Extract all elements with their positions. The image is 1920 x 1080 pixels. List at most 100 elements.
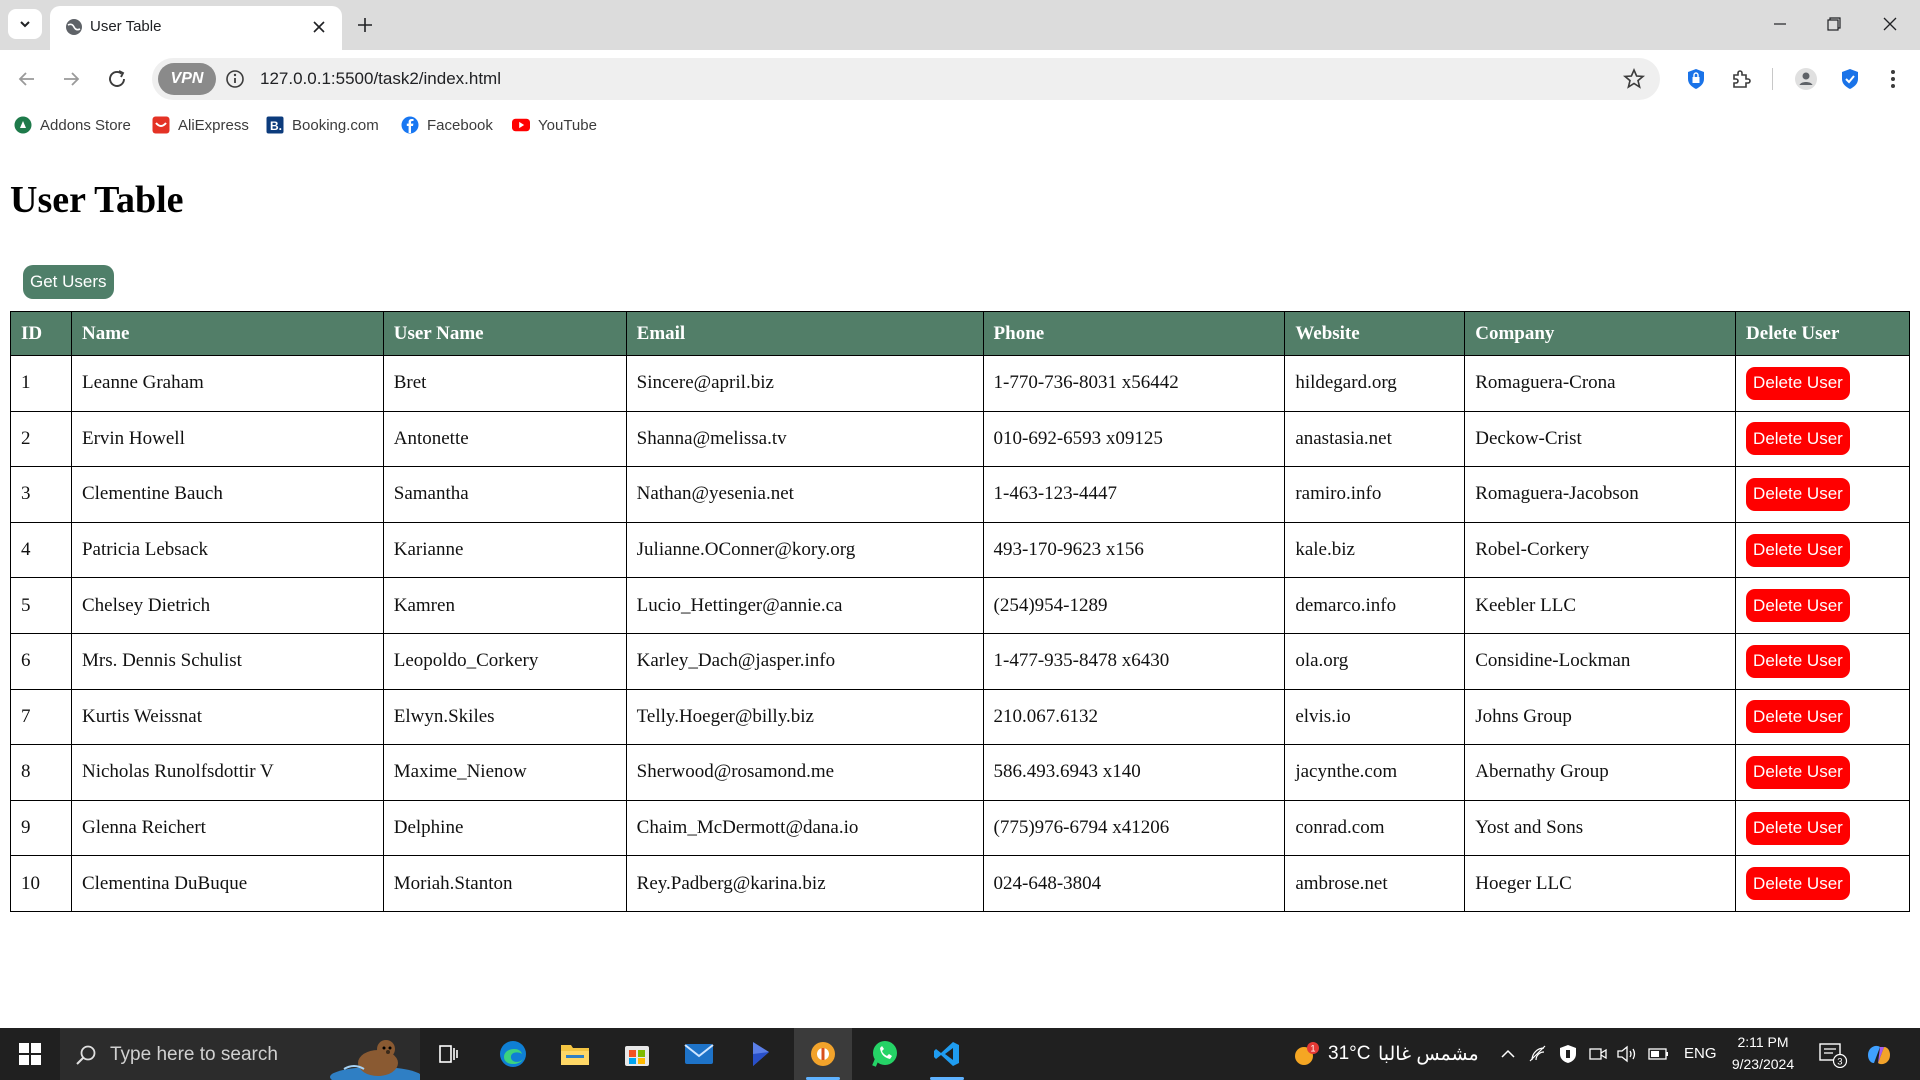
minimize-icon[interactable] xyxy=(1752,0,1808,48)
page-content: User Table Get Users ID Name User Name Emai… xyxy=(0,142,1920,1028)
cell-website: kale.biz xyxy=(1284,521,1466,579)
close-tab-icon[interactable] xyxy=(308,16,330,38)
cell-company: Romaguera-Jacobson xyxy=(1464,466,1737,523)
cell-delete: Delete User xyxy=(1735,521,1910,579)
bookmark-addons-store[interactable]: Addons Store xyxy=(14,114,131,136)
chevron-up-icon[interactable] xyxy=(1500,1046,1516,1062)
network-icon[interactable] xyxy=(1528,1044,1548,1064)
table-row: 5 Chelsey Dietrich Kamren Lucio_Hettinger@a… xyxy=(10,577,1910,634)
cell-phone: 210.067.6132 xyxy=(982,688,1286,746)
aliexpress-icon xyxy=(152,116,170,134)
language-indicator[interactable]: ENG xyxy=(1684,1045,1717,1062)
reload-icon[interactable] xyxy=(102,64,132,94)
weather-temperature[interactable]: 31°C xyxy=(1328,1043,1370,1065)
column-header: Website xyxy=(1284,311,1466,356)
edge-icon[interactable] xyxy=(484,1028,542,1080)
delete-user-button[interactable]: Delete User xyxy=(1746,477,1850,511)
more-menu-icon[interactable] xyxy=(1878,64,1908,94)
task-view-icon[interactable] xyxy=(420,1028,478,1080)
bookmark-star-icon[interactable] xyxy=(1622,67,1646,91)
notification-icon[interactable]: 3 xyxy=(1818,1042,1848,1068)
delete-user-button[interactable]: Delete User xyxy=(1746,589,1850,623)
tab-search-button[interactable] xyxy=(8,9,42,39)
cell-id: 10 xyxy=(10,855,72,912)
weather-badge: 1 xyxy=(1311,1044,1316,1054)
vscode-icon[interactable] xyxy=(918,1028,976,1080)
cell-id: 5 xyxy=(10,577,72,634)
toolbar-separator xyxy=(1772,68,1773,90)
cell-username: Samantha xyxy=(382,466,627,523)
whatsapp-icon[interactable] xyxy=(856,1028,914,1080)
extensions-puzzle-icon[interactable] xyxy=(1726,64,1756,94)
close-window-icon[interactable] xyxy=(1862,0,1918,48)
profile-avatar-icon[interactable] xyxy=(1791,64,1821,94)
taskbar-search[interactable]: Type here to search xyxy=(60,1028,420,1080)
table-header-row: ID Name User Name Email Phone Website Company D… xyxy=(10,311,1910,356)
back-arrow-icon[interactable] xyxy=(12,64,42,94)
cell-email: Sherwood@rosamond.me xyxy=(625,744,984,801)
cell-company: Yost and Sons xyxy=(1464,799,1737,857)
tab-strip: User Table xyxy=(0,0,1920,50)
restore-icon[interactable] xyxy=(1806,0,1862,48)
cell-website: jacynthe.com xyxy=(1284,744,1466,801)
bookmark-label: AliExpress xyxy=(178,116,249,134)
meet-now-icon[interactable] xyxy=(1588,1044,1608,1064)
store-icon[interactable] xyxy=(608,1028,666,1080)
cell-name: Kurtis Weissnat xyxy=(70,688,384,746)
cell-delete: Delete User xyxy=(1735,855,1910,912)
delete-user-button[interactable]: Delete User xyxy=(1746,644,1850,678)
delete-user-button[interactable]: Delete User xyxy=(1746,533,1850,567)
delete-user-button[interactable]: Delete User xyxy=(1746,867,1850,901)
cell-email: Nathan@yesenia.net xyxy=(625,466,984,523)
get-users-button[interactable]: Get Users xyxy=(23,265,114,299)
bookmarks-bar: Addons Store AliExpress B. Booking.com F… xyxy=(0,108,1920,142)
cell-website: hildegard.org xyxy=(1284,355,1466,412)
vpn-badge[interactable]: VPN xyxy=(158,63,216,95)
security-shield-icon[interactable] xyxy=(1558,1044,1578,1064)
cell-username: Antonette xyxy=(382,410,627,468)
table-row: 8 Nicholas Runolfsdottir V Maxime_Nienow Sh… xyxy=(10,744,1910,801)
battery-icon[interactable] xyxy=(1648,1046,1670,1062)
delete-user-button[interactable]: Delete User xyxy=(1746,700,1850,734)
bookmark-booking[interactable]: B. Booking.com xyxy=(266,114,379,136)
bookmark-label: Facebook xyxy=(427,116,493,134)
facebook-icon xyxy=(401,116,419,134)
cell-phone: 493-170-9623 x156 xyxy=(982,521,1286,579)
copilot-tray-icon[interactable] xyxy=(1864,1041,1894,1069)
weather-description[interactable]: مشمس غالبا xyxy=(1378,1043,1479,1066)
mail-icon[interactable] xyxy=(670,1028,728,1080)
cell-website: demarco.info xyxy=(1284,577,1466,634)
cell-company: Deckow-Crist xyxy=(1464,410,1737,468)
shield-extension-icon[interactable] xyxy=(1835,64,1865,94)
cell-id: 6 xyxy=(10,632,72,690)
clock-date[interactable]: 9/23/2024 xyxy=(1718,1056,1808,1072)
cell-email: Lucio_Hettinger@annie.ca xyxy=(625,577,984,634)
url-text[interactable]: 127.0.0.1:5500/task2/index.html xyxy=(260,69,501,89)
cell-id: 3 xyxy=(10,466,72,523)
cell-username: Kamren xyxy=(382,577,627,634)
lock-extension-icon[interactable] xyxy=(1681,64,1711,94)
active-tab[interactable]: User Table xyxy=(50,6,342,50)
clock-time[interactable]: 2:11 PM xyxy=(1718,1034,1808,1050)
windows-start-icon[interactable] xyxy=(0,1028,60,1080)
bookmark-facebook[interactable]: Facebook xyxy=(401,114,493,136)
cell-delete: Delete User xyxy=(1735,410,1910,468)
bookmark-aliexpress[interactable]: AliExpress xyxy=(152,114,249,136)
site-info-icon[interactable] xyxy=(224,68,246,90)
browser-toolbar: VPN 127.0.0.1:5500/task2/index.html xyxy=(0,50,1920,108)
forward-arrow-icon[interactable] xyxy=(56,64,86,94)
weather-icon[interactable]: 1 xyxy=(1291,1040,1321,1070)
browser-icon[interactable] xyxy=(794,1028,852,1080)
delete-user-button[interactable]: Delete User xyxy=(1746,755,1850,789)
file-explorer-icon[interactable] xyxy=(546,1028,604,1080)
cell-website: anastasia.net xyxy=(1284,410,1466,468)
new-tab-icon[interactable] xyxy=(352,12,378,38)
address-bar[interactable]: VPN 127.0.0.1:5500/task2/index.html xyxy=(152,58,1660,100)
delete-user-button[interactable]: Delete User xyxy=(1746,366,1850,400)
cell-id: 4 xyxy=(10,521,72,579)
bookmark-youtube[interactable]: YouTube xyxy=(512,114,597,136)
copilot-icon[interactable] xyxy=(732,1028,790,1080)
volume-icon[interactable] xyxy=(1616,1044,1638,1064)
delete-user-button[interactable]: Delete User xyxy=(1746,811,1850,845)
delete-user-button[interactable]: Delete User xyxy=(1746,422,1850,456)
